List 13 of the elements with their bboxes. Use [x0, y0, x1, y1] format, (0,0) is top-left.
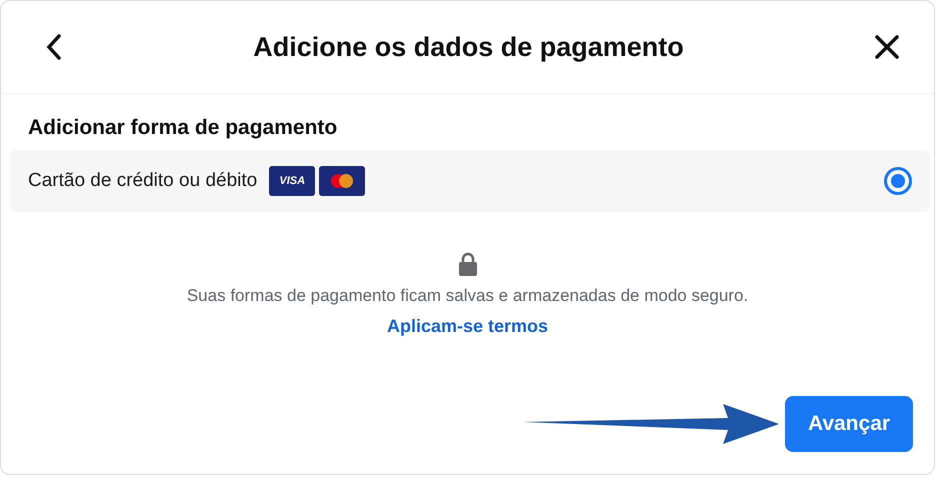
chevron-left-icon: [45, 33, 63, 61]
card-badge: VISA: [269, 166, 316, 196]
section-heading: Adicionar forma de pagamento: [28, 116, 338, 140]
dialog-title: Adicione os dados de pagamento: [253, 32, 684, 62]
security-notice: Suas formas de pagamento ficam salvas e armazenadas de modo seguro.: [186, 286, 748, 306]
terms-link[interactable]: Aplicam-se termos: [386, 316, 548, 337]
payment-option[interactable]: Cartão de crédito ou débito VISA: [9, 150, 930, 212]
lock-icon: [458, 252, 478, 276]
card-circles-icon: [319, 166, 366, 196]
option-label: Cartão de crédito ou débito: [28, 170, 258, 192]
next-button[interactable]: Avançar: [785, 396, 913, 452]
close-icon: [874, 34, 900, 60]
radio-button[interactable]: [884, 167, 912, 195]
